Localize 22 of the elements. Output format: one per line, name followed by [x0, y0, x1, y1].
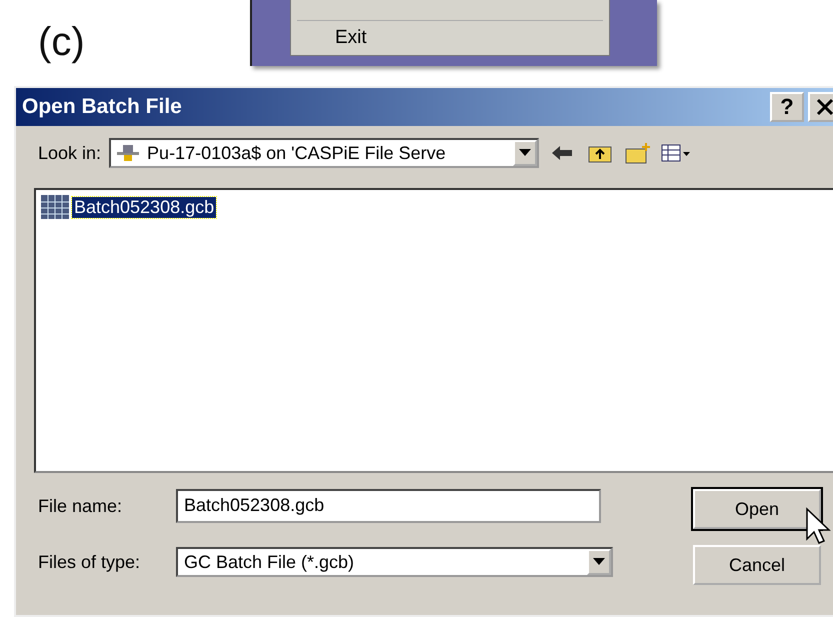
dropdown-arrow-icon: [593, 558, 605, 566]
back-arrow-icon[interactable]: [551, 145, 574, 161]
cancel-button[interactable]: Cancel: [693, 545, 821, 585]
network-drive-icon: [115, 143, 142, 163]
dialog-title: Open Batch File: [22, 95, 183, 119]
view-menu-icon[interactable]: [661, 143, 692, 163]
open-button[interactable]: Open: [693, 489, 821, 529]
spreadsheet-file-icon: [40, 194, 70, 220]
look-in-label: Look in:: [38, 142, 102, 164]
file-type-label: Files of type:: [38, 552, 142, 572]
file-name-field[interactable]: Batch052308.gcb: [176, 489, 601, 523]
dropdown-arrow-icon: [519, 149, 532, 157]
close-button[interactable]: [808, 92, 833, 122]
file-name-label: File name:: [38, 496, 124, 516]
file-type-dropdown[interactable]: GC Batch File (*.gcb): [176, 547, 613, 577]
new-folder-icon[interactable]: [625, 142, 652, 164]
help-button[interactable]: ?: [770, 92, 804, 122]
look-in-dropdown[interactable]: Pu-17-0103a$ on 'CASPiE File Serve: [109, 138, 540, 168]
figure-label: (c): [38, 20, 86, 65]
close-icon: [816, 98, 833, 116]
menu-item[interactable]: Exit: [297, 20, 603, 51]
mouse-cursor-icon: [805, 507, 831, 545]
